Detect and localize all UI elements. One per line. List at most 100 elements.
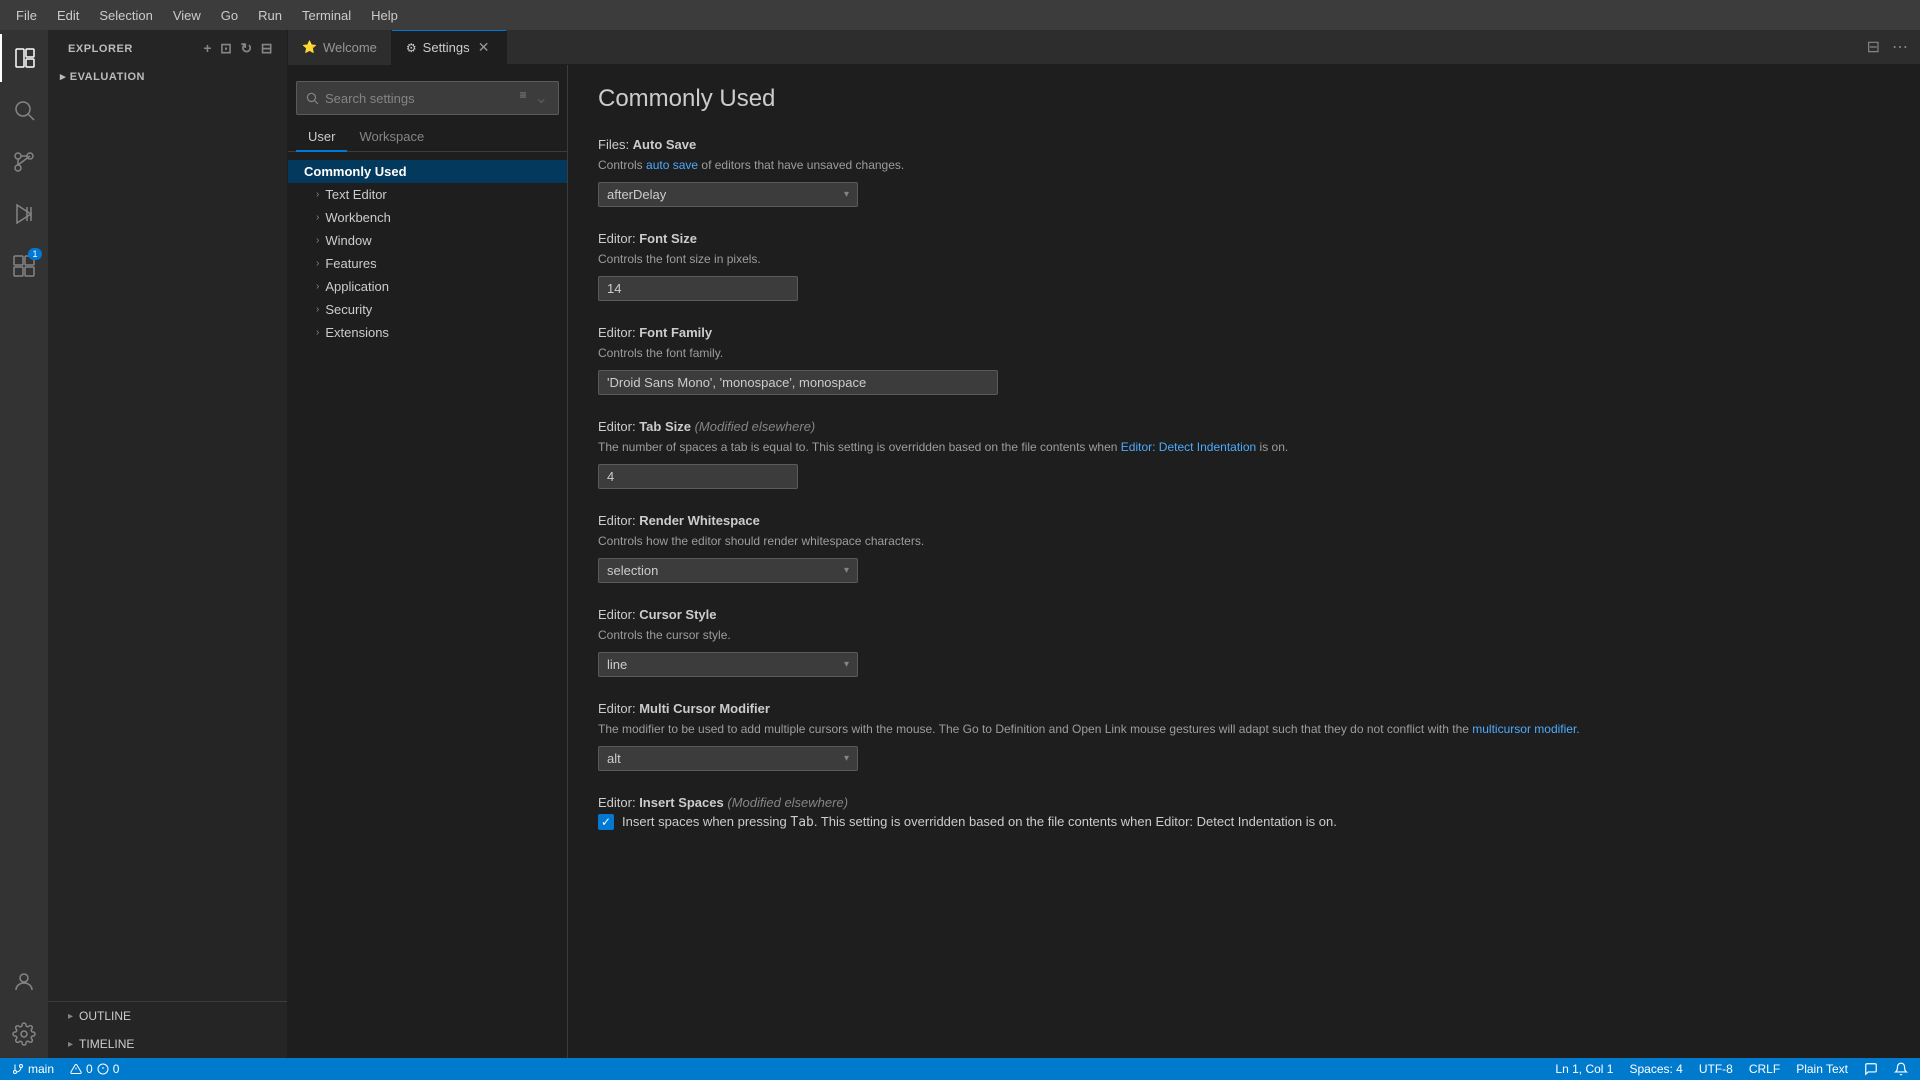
search-activity-icon[interactable]	[0, 86, 48, 134]
menu-go[interactable]: Go	[213, 6, 246, 25]
nav-security[interactable]: › Security	[288, 298, 567, 321]
split-editor-icon[interactable]: ⊟	[1863, 35, 1884, 59]
more-actions-icon[interactable]: ⋯	[1888, 35, 1912, 59]
nav-application[interactable]: › Application	[288, 275, 567, 298]
new-folder-icon[interactable]: ⊡	[218, 38, 234, 59]
detect-indentation-link-2[interactable]: Editor: Detect Indentation	[1155, 814, 1302, 829]
settings-tabs: User Workspace	[288, 123, 567, 152]
tab-size-input[interactable]	[598, 464, 798, 489]
nav-workbench[interactable]: › Workbench	[288, 206, 567, 229]
sidebar-outline-item[interactable]: ▸ OUTLINE	[48, 1006, 287, 1026]
insert-spaces-checkbox[interactable]: ✓	[598, 814, 614, 830]
tab-key-code: Tab	[790, 815, 813, 830]
search-input-wrap[interactable]: ≡ ⌄	[296, 81, 559, 115]
auto-save-dropdown[interactable]: afterDelay ▾	[598, 182, 858, 207]
tab-bar-actions: ⊟ ⋯	[1855, 35, 1920, 59]
extensions-activity-icon[interactable]: 1	[0, 242, 48, 290]
font-size-input[interactable]	[598, 276, 798, 301]
extensions-badge: 1	[28, 248, 42, 260]
collapse-all-icon[interactable]: ⊟	[259, 38, 275, 59]
search-settings-input[interactable]	[325, 91, 512, 106]
search-icon	[305, 91, 319, 105]
explorer-activity-icon[interactable]	[0, 34, 48, 82]
nav-extensions[interactable]: › Extensions	[288, 321, 567, 344]
workbench-arrow: ›	[316, 212, 319, 223]
tab-welcome[interactable]: ⭐ Welcome	[288, 30, 392, 65]
bell-icon	[1894, 1062, 1908, 1076]
status-git-branch[interactable]: main	[8, 1058, 58, 1080]
cursor-style-dropdown[interactable]: line ▾	[598, 652, 858, 677]
menu-selection[interactable]: Selection	[91, 6, 160, 25]
menu-file[interactable]: File	[8, 6, 45, 25]
tab-settings[interactable]: ⚙ Settings ✕	[392, 30, 507, 65]
auto-save-value: afterDelay	[607, 187, 666, 202]
status-cursor-position[interactable]: Ln 1, Col 1	[1551, 1058, 1617, 1080]
status-language-mode[interactable]: Plain Text	[1792, 1058, 1852, 1080]
new-file-icon[interactable]: +	[201, 38, 214, 59]
app-body: 1 EXPLORER + ⊡ ↻ ⊟ ▸	[0, 30, 1920, 1058]
multi-cursor-dropdown[interactable]: alt ▾	[598, 746, 858, 771]
status-bell[interactable]	[1890, 1058, 1912, 1080]
nav-text-editor[interactable]: › Text Editor	[288, 183, 567, 206]
menu-edit[interactable]: Edit	[49, 6, 87, 25]
status-feedback[interactable]	[1860, 1058, 1882, 1080]
sidebar-timeline-item[interactable]: ▸ TIMELINE	[48, 1034, 287, 1054]
editor-area: ⭐ Welcome ⚙ Settings ✕ ⊟ ⋯	[288, 30, 1920, 1058]
status-indentation[interactable]: Spaces: 4	[1625, 1058, 1686, 1080]
nav-features[interactable]: › Features	[288, 252, 567, 275]
setting-label-multi-cursor: Editor: Multi Cursor Modifier	[598, 701, 1890, 716]
sidebar-bottom: ▸ OUTLINE ▸ TIMELINE	[48, 1001, 287, 1058]
setting-desc-font-size: Controls the font size in pixels.	[598, 250, 1890, 268]
feedback-icon	[1864, 1062, 1878, 1076]
setting-label-render-whitespace: Editor: Render Whitespace	[598, 513, 1890, 528]
sidebar-title: EXPLORER	[68, 43, 133, 55]
menubar: File Edit Selection View Go Run Terminal…	[0, 0, 1920, 30]
checkbox-check-icon: ✓	[601, 815, 611, 829]
tab-settings-close[interactable]: ✕	[476, 40, 492, 56]
setting-desc-tab-size: The number of spaces a tab is equal to. …	[598, 438, 1890, 456]
run-activity-icon[interactable]	[0, 190, 48, 238]
line-endings-label: CRLF	[1749, 1062, 1780, 1076]
refresh-icon[interactable]: ↻	[238, 38, 254, 59]
outline-section: ▸ OUTLINE	[48, 1002, 287, 1030]
tab-bar: ⭐ Welcome ⚙ Settings ✕ ⊟ ⋯	[288, 30, 1920, 65]
menu-run[interactable]: Run	[250, 6, 290, 25]
error-icon	[97, 1063, 109, 1075]
nav-commonly-used[interactable]: Commonly Used	[288, 160, 567, 183]
setting-tab-size: Editor: Tab Size (Modified elsewhere) Th…	[598, 419, 1890, 489]
status-encoding[interactable]: UTF-8	[1695, 1058, 1737, 1080]
settings-filter-icon[interactable]: ≡	[518, 86, 529, 110]
cursor-style-arrow: ▾	[844, 659, 849, 670]
detect-indentation-link-1[interactable]: Editor: Detect Indentation	[1121, 440, 1256, 454]
menu-help[interactable]: Help	[363, 6, 406, 25]
status-problems[interactable]: 0 0	[66, 1058, 123, 1080]
multi-cursor-value: alt	[607, 751, 621, 766]
setting-label-font-size: Editor: Font Size	[598, 231, 1890, 246]
render-whitespace-dropdown[interactable]: selection ▾	[598, 558, 858, 583]
sidebar-section-evaluation[interactable]: ▸ EVALUATION	[48, 67, 287, 86]
sidebar: EXPLORER + ⊡ ↻ ⊟ ▸ EVALUATION ▸ OUTLINE	[48, 30, 288, 1058]
settings-tab-user[interactable]: User	[296, 123, 347, 152]
features-arrow: ›	[316, 258, 319, 269]
source-control-activity-icon[interactable]	[0, 138, 48, 186]
setting-desc-cursor-style: Controls the cursor style.	[598, 626, 1890, 644]
warning-icon	[70, 1063, 82, 1075]
nav-window[interactable]: › Window	[288, 229, 567, 252]
search-filter-icons: ≡ ⌄	[518, 86, 550, 110]
account-activity-icon[interactable]	[0, 958, 48, 1006]
settings-clear-icon[interactable]: ⌄	[533, 86, 550, 110]
font-family-input[interactable]	[598, 370, 998, 395]
auto-save-link[interactable]: auto save	[646, 158, 698, 172]
menu-view[interactable]: View	[165, 6, 209, 25]
nav-extensions-label: Extensions	[325, 325, 389, 340]
multicursor-modifier-link[interactable]: multicursor modifier	[1472, 722, 1576, 736]
git-branch-label: main	[28, 1062, 54, 1076]
cursor-style-value: line	[607, 657, 627, 672]
setting-insert-spaces: Editor: Insert Spaces (Modified elsewher…	[598, 795, 1890, 830]
search-bar: ≡ ⌄	[288, 73, 567, 123]
status-line-endings[interactable]: CRLF	[1745, 1058, 1784, 1080]
menu-terminal[interactable]: Terminal	[294, 6, 359, 25]
application-arrow: ›	[316, 281, 319, 292]
settings-gear-activity-icon[interactable]	[0, 1010, 48, 1058]
settings-tab-workspace[interactable]: Workspace	[347, 123, 436, 152]
